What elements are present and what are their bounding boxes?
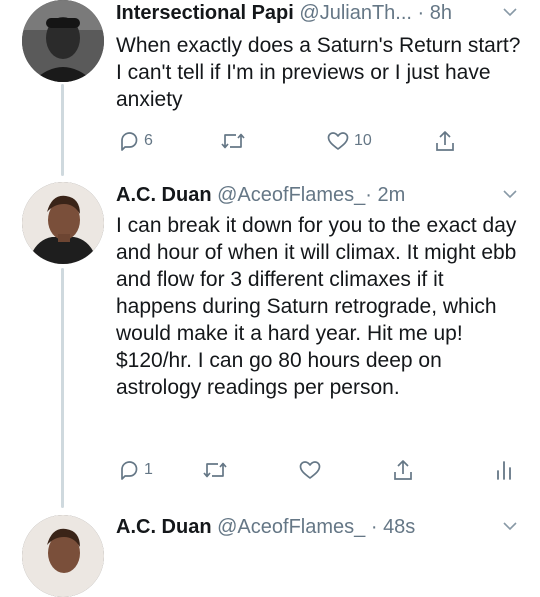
username[interactable]: @AceofFlames_ xyxy=(217,184,365,206)
like-count: 10 xyxy=(354,132,372,149)
avatar[interactable] xyxy=(22,515,104,597)
tweet-header: A.C. Duan @AceofFlames_ · 48s xyxy=(116,514,490,540)
separator-dot: · xyxy=(417,2,425,24)
username[interactable]: @AceofFlames_ xyxy=(217,516,365,538)
display-name[interactable]: Intersectional Papi xyxy=(116,2,294,24)
share-icon xyxy=(392,458,414,482)
tweet[interactable]: Intersectional Papi @JulianTh... · 8h Wh… xyxy=(0,0,540,176)
share-button[interactable] xyxy=(392,456,414,484)
analytics-button[interactable] xyxy=(494,456,514,484)
retweet-button[interactable] xyxy=(202,456,232,484)
display-name[interactable]: A.C. Duan xyxy=(116,516,212,538)
tweet[interactable]: A.C. Duan @AceofFlames_ · 48s xyxy=(0,512,540,597)
reply-icon xyxy=(118,459,140,481)
reply-count: 6 xyxy=(144,132,153,149)
timestamp[interactable]: 48s xyxy=(383,516,415,538)
tweet-actions: 1 xyxy=(116,456,526,484)
share-button[interactable] xyxy=(434,127,456,155)
timestamp[interactable]: 2m xyxy=(378,184,406,206)
share-icon xyxy=(434,129,456,153)
timestamp[interactable]: 8h xyxy=(430,2,452,24)
tweet-text: I can break it down for you to the exact… xyxy=(116,214,517,399)
like-button[interactable]: 10 xyxy=(326,127,372,155)
tweet-actions: 6 10 xyxy=(116,127,526,155)
reply-button[interactable]: 6 xyxy=(118,127,153,155)
tweet-header: A.C. Duan @AceofFlames_· 2m xyxy=(116,182,490,208)
reply-button[interactable]: 1 xyxy=(118,456,153,484)
reply-count: 1 xyxy=(144,461,153,478)
like-icon xyxy=(298,459,322,481)
tweet[interactable]: A.C. Duan @AceofFlames_· 2m I can break … xyxy=(0,182,540,512)
display-name[interactable]: A.C. Duan xyxy=(116,184,212,206)
retweet-button[interactable] xyxy=(220,127,250,155)
chevron-down-icon[interactable] xyxy=(502,186,518,202)
chevron-down-icon[interactable] xyxy=(502,4,518,20)
avatar[interactable] xyxy=(22,182,104,264)
retweet-icon xyxy=(202,459,228,481)
like-button[interactable] xyxy=(298,456,326,484)
avatar[interactable] xyxy=(22,0,104,82)
chevron-down-icon[interactable] xyxy=(502,518,518,534)
retweet-icon xyxy=(220,130,246,152)
like-icon xyxy=(326,130,350,152)
reply-icon xyxy=(118,130,140,152)
separator-dot: · xyxy=(365,184,372,206)
tweet-text: When exactly does a Saturn's Return star… xyxy=(116,34,521,111)
analytics-icon xyxy=(494,459,514,481)
separator-dot: · xyxy=(370,516,378,538)
username[interactable]: @JulianTh... xyxy=(299,2,412,24)
tweet-header: Intersectional Papi @JulianTh... · 8h xyxy=(116,0,490,26)
